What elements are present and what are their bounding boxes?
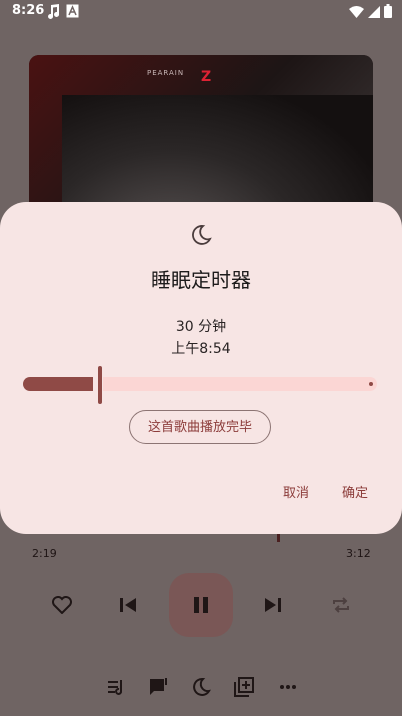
status-bar: 8:26 [0, 0, 402, 24]
repeat-icon[interactable] [330, 595, 352, 615]
slider-fill [23, 377, 93, 391]
music-note-icon [46, 3, 60, 23]
timer-slider[interactable] [23, 366, 379, 404]
dialog-title: 睡眠定时器 [151, 268, 251, 292]
slider-end-dot [369, 382, 373, 386]
more-icon[interactable] [277, 676, 299, 698]
skip-next-icon[interactable] [263, 595, 283, 615]
confirm-button[interactable]: 确定 [342, 482, 368, 501]
slider-thumb[interactable] [98, 366, 102, 404]
slider-track[interactable] [103, 377, 377, 391]
pause-icon[interactable] [191, 595, 211, 615]
total-time: 3:12 [346, 547, 371, 560]
skip-previous-icon[interactable] [118, 595, 138, 615]
seek-position-marker[interactable] [277, 534, 280, 542]
cancel-button[interactable]: 取消 [283, 482, 309, 501]
add-to-playlist-icon[interactable] [233, 676, 255, 698]
heart-icon[interactable] [50, 594, 74, 616]
current-time: 2:19 [32, 547, 57, 560]
lyrics-icon[interactable] [147, 676, 171, 698]
album-brand-mark: Z [201, 69, 212, 85]
album-brand-text: PEARAIN [147, 69, 185, 77]
font-a-icon [66, 3, 79, 22]
moon-icon[interactable] [190, 676, 212, 698]
moon-icon [190, 224, 212, 250]
wifi-icon [349, 3, 364, 22]
battery-icon [384, 3, 392, 22]
timer-minutes: 30 分钟 [175, 319, 227, 335]
status-time: 8:26 [12, 3, 45, 18]
cellular-signal-icon [368, 3, 380, 22]
timer-end-time: 上午8:54 [171, 341, 231, 357]
finish-song-button[interactable]: 这首歌曲播放完毕 [129, 410, 271, 444]
queue-icon[interactable] [105, 676, 127, 698]
